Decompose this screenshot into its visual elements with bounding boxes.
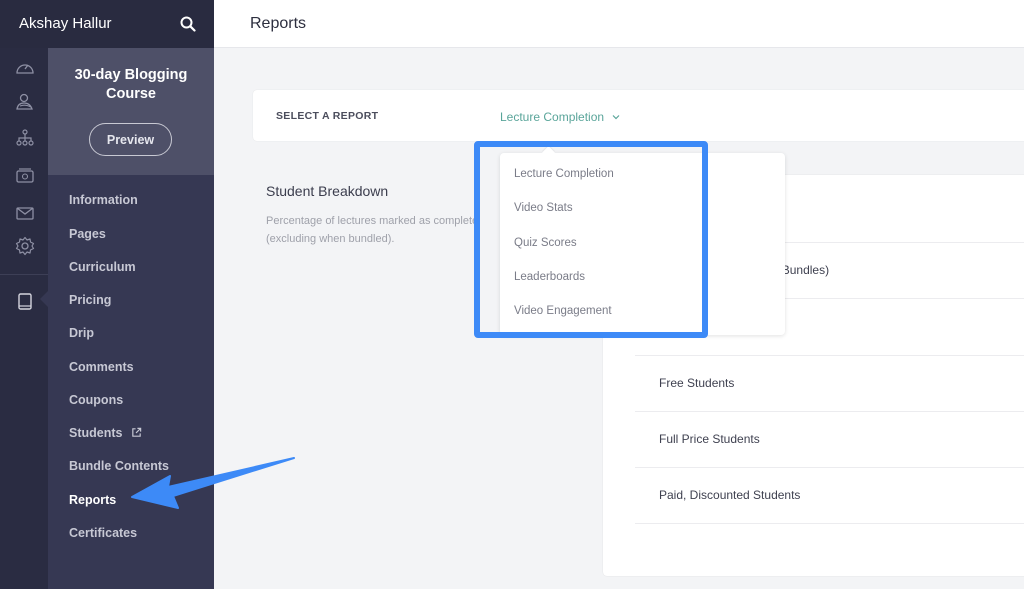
report-select-dropdown[interactable]: Lecture Completion [500, 110, 620, 124]
user-name[interactable]: Akshay Hallur [19, 15, 112, 32]
nav-item-pages[interactable]: Pages [69, 227, 106, 241]
page-header: Reports [214, 0, 1024, 48]
preview-button[interactable]: Preview [89, 123, 172, 156]
breakdown-row-label: Free Students [659, 376, 735, 390]
rail-divider [0, 274, 48, 275]
mail-icon[interactable] [15, 203, 35, 223]
report-selector-card: SELECT A REPORT Lecture Completion [253, 90, 1024, 141]
dropdown-option-lecture-completion[interactable]: Lecture Completion [514, 168, 614, 180]
breakdown-row: Full Price Students [635, 412, 1024, 468]
search-icon[interactable] [180, 16, 196, 32]
breakdown-row-label: Paid, Discounted Students [659, 488, 801, 502]
nav-item-pricing[interactable]: Pricing [69, 293, 111, 307]
dropdown-option-video-engagement[interactable]: Video Engagement [514, 305, 612, 317]
breakdown-row: Paid, Discounted Students [635, 468, 1024, 524]
report-selector-label: SELECT A REPORT [276, 110, 379, 122]
sales-money-icon[interactable] [15, 165, 35, 185]
nav-item-reports[interactable]: Reports [69, 493, 116, 507]
chevron-down-icon [612, 115, 620, 120]
icon-rail [0, 48, 48, 589]
nav-item-students[interactable]: Students [69, 426, 142, 440]
breakdown-row-label: Full Price Students [659, 432, 760, 446]
external-link-icon [132, 427, 142, 437]
course-title: 30-day Blogging Course [74, 67, 188, 102]
breakdown-row: Free Students [635, 356, 1024, 412]
settings-gear-icon[interactable] [15, 236, 35, 256]
users-icon[interactable] [15, 92, 35, 112]
nav-item-comments[interactable]: Comments [69, 360, 134, 374]
nav-item-drip[interactable]: Drip [69, 326, 94, 340]
nav-item-certificates[interactable]: Certificates [69, 526, 137, 540]
courses-book-icon[interactable] [15, 292, 35, 312]
nav-item-students-label: Students [69, 426, 123, 440]
report-dropdown-menu: Lecture Completion Video Stats Quiz Scor… [500, 146, 785, 335]
nav-item-coupons[interactable]: Coupons [69, 393, 123, 407]
dropdown-option-leaderboards[interactable]: Leaderboards [514, 271, 585, 283]
dashboard-gauge-icon[interactable] [15, 58, 35, 78]
section-description: Percentage of lectures marked as complet… [266, 215, 479, 245]
nav-item-bundle-contents[interactable]: Bundle Contents [69, 459, 169, 473]
dropdown-option-quiz-scores[interactable]: Quiz Scores [514, 237, 577, 249]
section-title: Student Breakdown [266, 183, 389, 199]
course-nav: Information Pages Curriculum Pricing Dri… [48, 175, 214, 589]
report-select-value: Lecture Completion [500, 110, 605, 124]
active-section-caret [40, 291, 48, 307]
dropdown-pointer [542, 146, 555, 159]
page-title: Reports [250, 15, 307, 32]
nav-item-information[interactable]: Information [69, 193, 138, 207]
course-panel: 30-day Blogging Course Preview [48, 48, 214, 175]
dropdown-option-video-stats[interactable]: Video Stats [514, 202, 573, 214]
nav-item-curriculum[interactable]: Curriculum [69, 260, 136, 274]
account-bar: Akshay Hallur [0, 0, 214, 48]
sitemap-icon[interactable] [15, 128, 35, 148]
